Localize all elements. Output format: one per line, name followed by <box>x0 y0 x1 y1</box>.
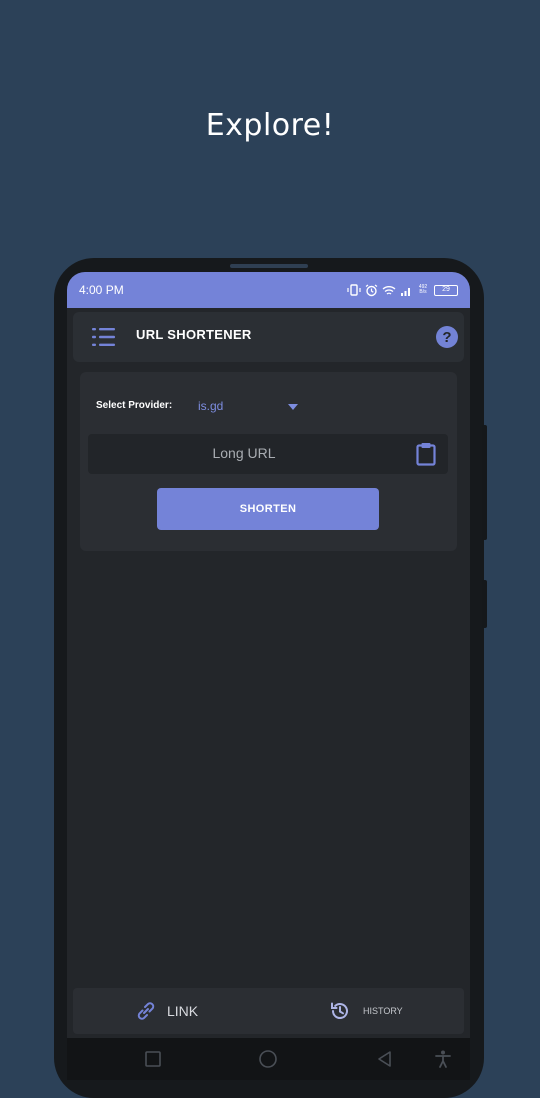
app-toolbar: URL SHORTENER ? <box>73 312 464 362</box>
provider-dropdown[interactable]: is.gd <box>198 398 308 416</box>
system-navigation-bar <box>67 1038 470 1080</box>
status-bar: 4:00 PM 492 B/s 29 <box>67 272 470 308</box>
app-title: URL SHORTENER <box>136 327 252 342</box>
nav-tab-history[interactable]: HISTORY <box>329 1000 403 1022</box>
recents-icon[interactable] <box>143 1049 163 1069</box>
accessibility-icon[interactable] <box>433 1049 453 1069</box>
status-icons: 492 B/s 29 <box>347 284 458 297</box>
long-url-input[interactable]: Long URL <box>88 434 448 474</box>
nav-link-label: LINK <box>167 1003 199 1019</box>
status-time: 4:00 PM <box>79 283 124 297</box>
provider-label: Select Provider: <box>96 400 173 411</box>
battery-level: 29 <box>442 286 450 293</box>
shorten-form-card: Select Provider: is.gd Long URL SHORTEN <box>80 372 457 551</box>
home-icon[interactable] <box>258 1049 278 1069</box>
nav-history-label: HISTORY <box>363 1006 403 1016</box>
explore-headline: Explore! <box>205 108 335 143</box>
nav-tab-link[interactable]: LINK <box>135 1000 198 1022</box>
help-icon[interactable]: ? <box>436 326 458 348</box>
phone-side-button <box>482 580 487 628</box>
bottom-navigation: LINK HISTORY <box>73 988 464 1034</box>
network-speed-icon: 492 B/s <box>418 284 428 295</box>
dropdown-caret-icon <box>288 404 298 410</box>
phone-screen: 4:00 PM 492 B/s 29 URL SHORTENER ? Selec… <box>67 272 470 1080</box>
provider-value: is.gd <box>198 399 224 413</box>
signal-icon <box>400 285 412 296</box>
clipboard-paste-icon[interactable] <box>415 442 437 466</box>
link-icon <box>135 1000 157 1022</box>
vibrate-icon <box>347 284 361 296</box>
alarm-icon <box>365 284 378 297</box>
phone-speaker <box>230 264 308 268</box>
back-icon[interactable] <box>375 1049 395 1069</box>
wifi-icon <box>382 285 396 296</box>
history-icon <box>329 1000 351 1022</box>
long-url-placeholder: Long URL <box>212 445 276 461</box>
phone-side-button <box>482 425 487 540</box>
menu-icon[interactable] <box>91 326 117 348</box>
battery-icon: 29 <box>434 284 458 296</box>
shorten-button[interactable]: SHORTEN <box>157 488 379 530</box>
